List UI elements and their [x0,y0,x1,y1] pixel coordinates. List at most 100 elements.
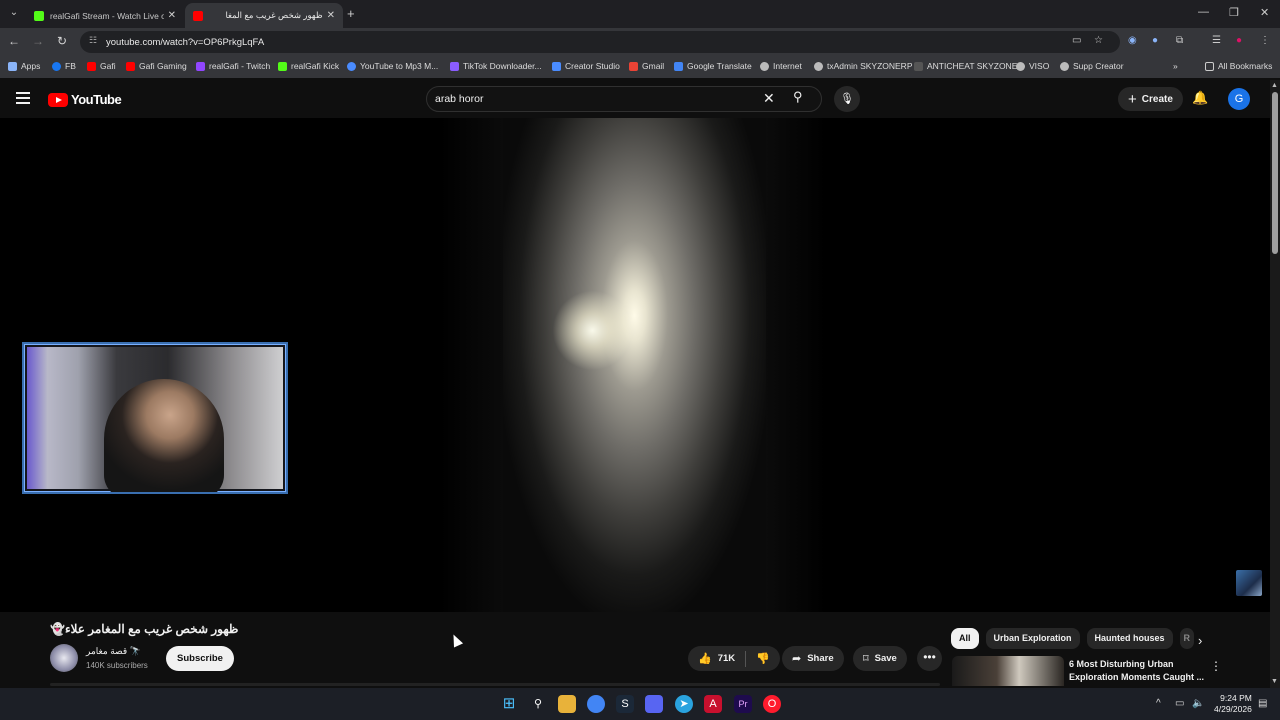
channel-avatar[interactable] [50,644,78,672]
volume-icon[interactable]: 🔈 [1192,698,1204,709]
site-info-icon[interactable]: ☷ [86,35,100,49]
chip-urban-exploration[interactable]: Urban Exploration [985,628,1080,649]
bookmark-gmail[interactable]: Gmail [629,61,664,71]
bookmark-star-icon[interactable]: ☆ [1094,35,1103,46]
minimize-icon[interactable]: — [1198,6,1209,18]
chip-partial[interactable]: R [1179,628,1194,649]
profile-icon[interactable]: ● [1236,35,1242,46]
save-button[interactable]: ⌑ Save [853,646,907,671]
chrome-icon[interactable] [587,695,605,713]
taskbar-search-icon[interactable]: ⚲ [529,695,547,713]
windows-start-icon[interactable]: ⊞ [500,695,518,713]
reload-icon[interactable]: ↻ [54,34,70,48]
bookmark-gafi[interactable]: Gafi [87,61,116,71]
bookmark-label: Creator Studio [565,61,620,71]
like-count[interactable]: 71K [718,653,735,664]
chip-haunted-houses[interactable]: Haunted houses [1086,628,1173,649]
shield-icon [914,61,923,71]
bookmark-label: Google Translate [687,61,752,71]
scrollbar-thumb[interactable] [1272,92,1278,254]
window-close-icon[interactable]: ✕ [1260,6,1269,19]
address-bar[interactable]: ☷ youtube.com/watch?v=OP6PrkgLqFA [80,31,1120,53]
create-button[interactable]: + Create [1118,87,1183,111]
restore-icon[interactable]: ❐ [1229,6,1239,19]
tab-realgafi-stream[interactable]: realGafi Stream - Watch Live on ✕ [26,3,184,28]
extension-icon[interactable]: ◉ [1128,35,1137,46]
bookmark-kick[interactable]: realGafi Kick [278,61,339,71]
streamer-webcam-overlay [22,342,288,494]
scroll-up-icon[interactable]: ▲ [1271,82,1278,89]
bookmark-yt-mp3[interactable]: YouTube to Mp3 M... [347,61,438,71]
forward-icon[interactable]: → [30,34,46,48]
bookmark-creator-studio[interactable]: Creator Studio [552,61,620,71]
clear-search-icon[interactable]: ✕ [763,90,775,107]
bookmark-fb[interactable]: FB [52,61,76,71]
tab-close-icon[interactable]: ✕ [168,10,176,21]
bookmarks-overflow-icon[interactable]: » [1173,61,1178,71]
translate-icon [674,61,683,71]
taskbar-clock[interactable]: 9:24 PM 4/29/2026 [1214,693,1252,715]
new-tab-icon[interactable]: + [347,6,355,21]
chip-all[interactable]: All [951,628,979,649]
notifications-bell-icon[interactable]: 🔔 [1192,90,1208,106]
bookmark-tiktok[interactable]: TikTok Downloader... [450,61,542,71]
install-app-icon[interactable]: ▭ [1072,35,1081,46]
channel-name[interactable]: قصة مغامر 🔭 [86,646,141,657]
tab-close-icon[interactable]: ✕ [327,10,335,21]
file-explorer-icon[interactable] [558,695,576,713]
more-actions-icon[interactable]: ••• [917,646,942,671]
logo-text: YouTube [71,92,122,107]
bookmark-txadmin[interactable]: txAdmin SKYZONERP [814,61,913,71]
tray-overflow-icon[interactable]: ^ [1156,698,1161,709]
tab-youtube-video[interactable]: ظهور شخص غريب مع المغا ✕ [185,3,343,28]
bookmark-viso[interactable]: VISO [1016,61,1049,71]
recommended-video-title[interactable]: 6 Most Disturbing Urban Exploration Mome… [1069,658,1209,684]
tab-strip: ⌄ realGafi Stream - Watch Live on ✕ ظهور… [0,0,1280,28]
back-icon[interactable]: ← [6,34,22,48]
bookmark-supp-creator[interactable]: Supp Creator [1060,61,1124,71]
extension-icon[interactable]: ● [1152,35,1158,46]
app-red-icon[interactable]: A [704,695,722,713]
link-icon [1060,61,1069,71]
like-icon[interactable]: 👍 [698,652,712,665]
windows-taskbar: ⊞ ⚲ S ➤ A Pr O ^ ▭ 🔈 9:24 PM 4/29/2026 ▤ [0,688,1280,720]
recommended-video-thumbnail[interactable] [952,656,1064,686]
premiere-pro-icon[interactable]: Pr [734,695,752,713]
bookmark-label: realGafi - Twitch [209,61,271,71]
voice-search-icon[interactable]: 🎙 [834,86,860,112]
share-button[interactable]: ➦ Share [782,646,844,671]
bookmark-twitch[interactable]: realGafi - Twitch [196,61,270,71]
video-frame[interactable] [503,118,766,612]
bookmark-gafi-gaming[interactable]: Gafi Gaming [126,61,187,71]
reading-list-icon[interactable]: ☰ [1212,35,1221,46]
scroll-down-icon[interactable]: ▼ [1271,678,1278,685]
youtube-logo[interactable]: YouTube [48,92,122,107]
all-bookmarks[interactable]: All Bookmarks [1205,61,1272,71]
plus-icon: + [1128,90,1137,108]
network-icon[interactable]: ▭ [1175,698,1184,709]
bookmark-label: VISO [1029,61,1050,71]
bookmark-anticheat[interactable]: ANTICHEAT SKYZONE [914,61,1017,71]
video-player[interactable] [0,118,1270,612]
extensions-puzzle-icon[interactable]: ⧉ [1176,35,1183,46]
discord-icon[interactable] [645,695,663,713]
subscribe-button[interactable]: Subscribe [166,646,234,671]
recommended-more-icon[interactable]: ⋮ [1210,659,1222,673]
notifications-icon[interactable]: ▤ [1258,698,1267,709]
chrome-menu-icon[interactable]: ⋮ [1260,35,1270,46]
account-avatar[interactable]: G [1228,88,1250,110]
bookmark-apps[interactable]: Apps [8,61,40,71]
dislike-icon[interactable]: 👎 [756,652,770,665]
guide-menu-icon[interactable] [16,92,30,104]
steam-icon[interactable]: S [616,695,634,713]
page-scrollbar[interactable]: ▲ ▼ [1270,80,1280,688]
folder-icon [1205,61,1214,71]
video-letterbox-left [440,118,503,612]
opera-icon[interactable]: O [763,695,781,713]
telegram-icon[interactable]: ➤ [675,695,693,713]
bookmark-internet[interactable]: Internet [760,61,802,71]
search-icon[interactable]: ⚲ [793,89,803,105]
chevron-right-icon[interactable]: › [1198,633,1202,648]
tab-search-icon[interactable]: ⌄ [6,5,22,21]
bookmark-google-translate[interactable]: Google Translate [674,61,752,71]
